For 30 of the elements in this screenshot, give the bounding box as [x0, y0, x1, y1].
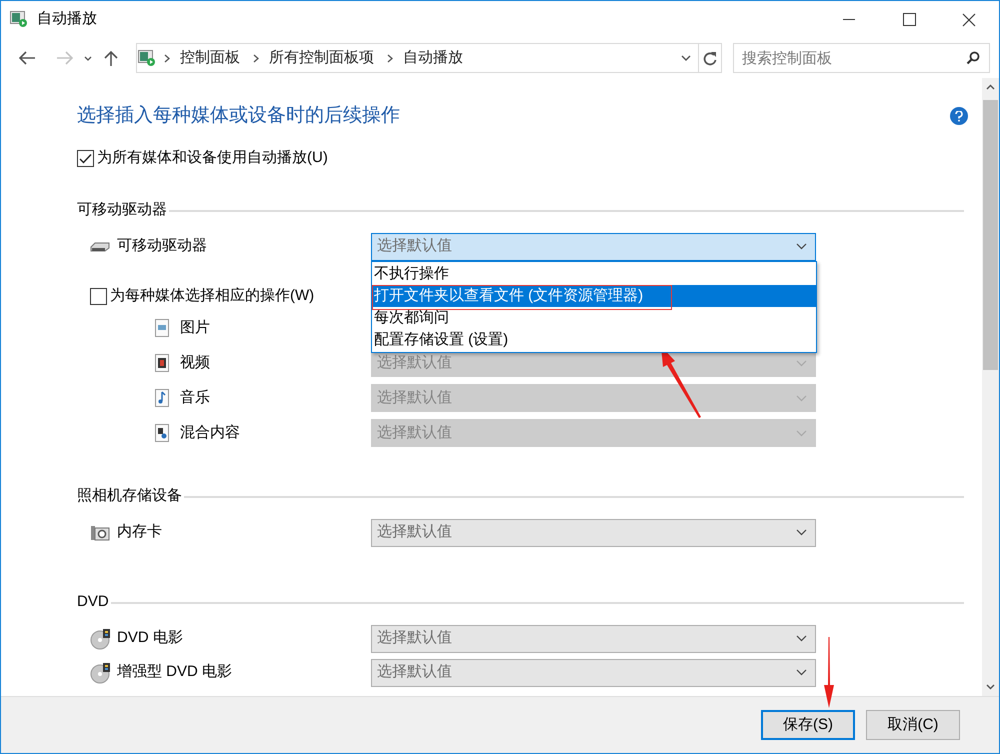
section-title: 照相机存储设备 [77, 486, 182, 506]
dropdown-option[interactable]: 每次都询问 [372, 306, 816, 328]
checkbox-label: 为所有媒体和设备使用自动播放(U) [97, 148, 328, 168]
window-title: 自动播放 [37, 9, 97, 30]
device-label: 内存卡 [117, 522, 162, 542]
checkbox-label: 为每种媒体选择相应的操作(W) [110, 286, 314, 306]
dropdown-select[interactable]: 选择默认值 [371, 518, 816, 546]
dialog-button[interactable]: 取消(C) [866, 710, 960, 740]
breadcrumb-item[interactable]: 所有控制面板项 [269, 46, 374, 70]
device-label: DVD 电影 [117, 628, 183, 648]
breadcrumb-item[interactable]: 自动播放 [403, 46, 463, 70]
dropdown-select[interactable]: 选择默认值 [371, 658, 816, 686]
device-label: 可移动驱动器 [117, 236, 207, 256]
page-heading: 选择插入每种媒体或设备时的后续操作 [77, 104, 400, 128]
breadcrumb-item[interactable]: 控制面板 [180, 46, 240, 70]
media-label: 混合内容 [180, 422, 240, 443]
dropdown-select[interactable]: 选择默认值 [371, 232, 816, 260]
dropdown-option[interactable]: 配置存储设置 (设置) [372, 328, 816, 350]
media-label: 视频 [180, 352, 210, 373]
address-bar[interactable]: 控制面板 所有控制面板项 自动播放 [136, 43, 722, 73]
search-field[interactable]: 搜索控制面板 [733, 43, 990, 73]
section-title: DVD [77, 592, 109, 612]
dropdown-option[interactable]: 打开文件夹以查看文件 (文件资源管理器) [372, 284, 816, 306]
media-label: 图片 [180, 318, 210, 338]
dropdown-select[interactable]: 选择默认值 [371, 624, 816, 652]
device-label: 增强型 DVD 电影 [117, 662, 232, 682]
dropdown-option[interactable]: 不执行操作 [372, 262, 816, 284]
dialog-button[interactable]: 保存(S) [761, 710, 855, 740]
media-label: 音乐 [180, 388, 210, 408]
section-title: 可移动驱动器 [77, 200, 167, 220]
